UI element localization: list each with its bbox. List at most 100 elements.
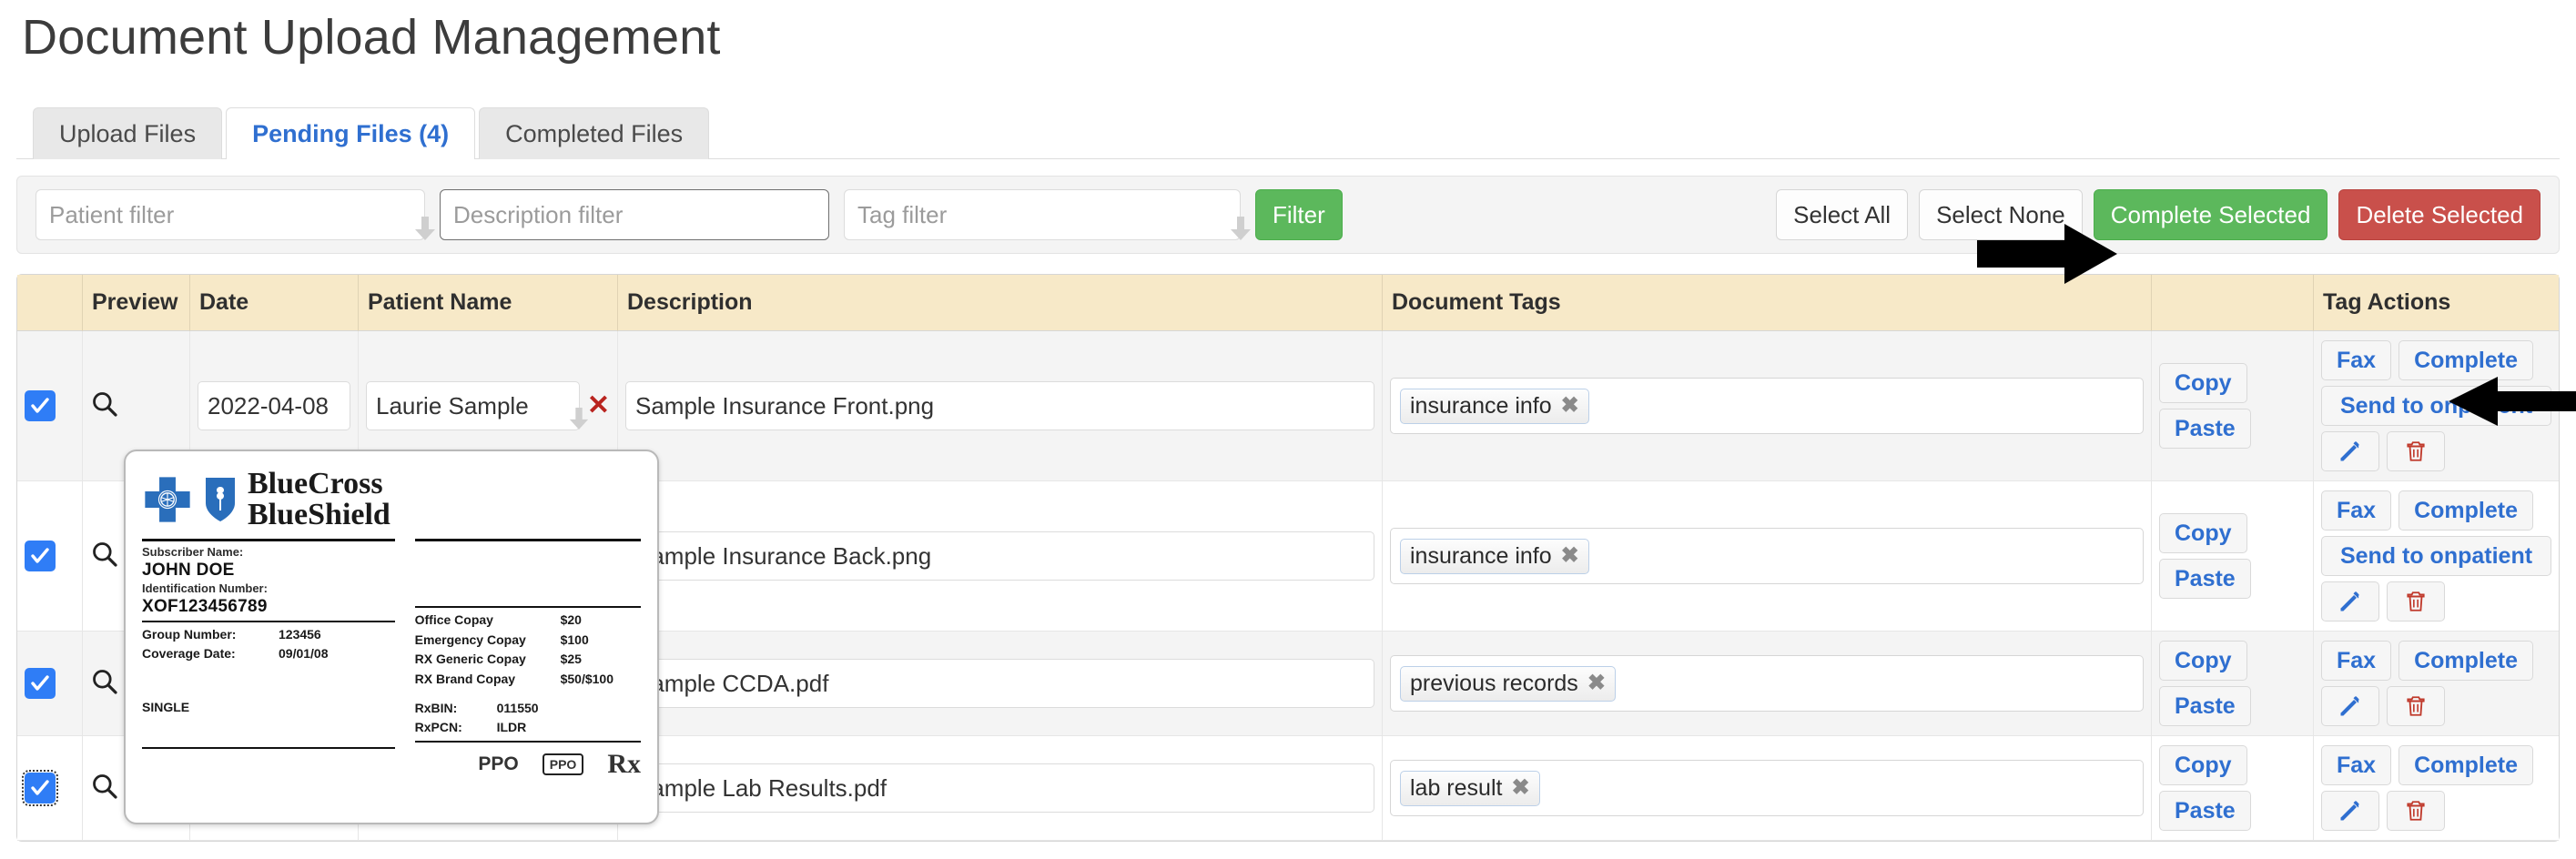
tag-input-box[interactable]: previous records ✖ (1390, 655, 2144, 712)
copay-label: Office Copay (414, 612, 493, 627)
cell-document-tags: insurance info ✖ (1383, 331, 2152, 482)
close-icon[interactable]: ✖ (1561, 545, 1579, 567)
patient-name-select[interactable]: Laurie Sample (366, 381, 589, 431)
subscriber-value: JOHN DOE (142, 561, 235, 581)
search-icon[interactable] (90, 667, 119, 701)
select-none-button[interactable]: Select None (1919, 189, 2083, 241)
ppo-text: PPO (478, 753, 519, 775)
tab-pending-files[interactable]: Pending Files (4) (226, 107, 476, 160)
coverage-date-label: Coverage Date: (142, 646, 236, 661)
tag-input-box[interactable]: insurance info ✖ (1390, 528, 2144, 585)
complete-button[interactable]: Complete (2399, 340, 2533, 381)
fax-button[interactable]: Fax (2321, 745, 2392, 786)
send-to-onpatient-button[interactable]: Send to onpatient (2321, 386, 2551, 427)
delete-trash-icon[interactable] (2387, 581, 2445, 622)
cell-description: Sample Insurance Back.png (618, 481, 1383, 632)
cell-description: Sample Lab Results.pdf (618, 736, 1383, 842)
tag-chip[interactable]: lab result ✖ (1400, 770, 1540, 806)
close-icon[interactable]: ✖ (1587, 672, 1606, 694)
divider (414, 606, 641, 608)
description-input[interactable]: Sample CCDA.pdf (625, 659, 1374, 709)
tab-upload-files[interactable]: Upload Files (33, 107, 223, 160)
col-tag-actions: Tag Actions (2314, 275, 2559, 332)
edit-pencil-icon[interactable] (2321, 791, 2379, 832)
tag-filter-select[interactable]: Tag filter (844, 189, 1251, 241)
tag-chip-label: lab result (1410, 774, 1503, 801)
cell-document-tags: lab result ✖ (1383, 736, 2152, 842)
identification-label: Identification Number: (142, 581, 268, 595)
close-icon[interactable]: ✖ (1511, 777, 1529, 799)
tag-chip[interactable]: previous records ✖ (1400, 665, 1616, 702)
description-filter-input[interactable]: Description filter (440, 189, 829, 241)
edit-pencil-icon[interactable] (2321, 686, 2379, 727)
tab-completed-files[interactable]: Completed Files (479, 107, 710, 160)
close-icon[interactable]: ✖ (1561, 395, 1579, 417)
description-input[interactable]: Sample Insurance Front.png (625, 381, 1374, 431)
description-input[interactable]: Sample Insurance Back.png (625, 531, 1374, 581)
divider (414, 539, 641, 541)
paste-button[interactable]: Paste (2159, 409, 2251, 450)
col-date: Date (190, 275, 359, 332)
blue-cross-icon (145, 477, 190, 522)
complete-button[interactable]: Complete (2399, 490, 2533, 531)
copay-label: RX Generic Copay (414, 652, 526, 667)
subscriber-label: Subscriber Name: (142, 545, 244, 559)
patient-filter-select[interactable]: Patient filter (35, 189, 435, 241)
tag-chip[interactable]: insurance info ✖ (1400, 388, 1589, 424)
complete-button[interactable]: Complete (2399, 641, 2533, 682)
delete-trash-icon[interactable] (2387, 686, 2445, 727)
copy-button[interactable]: Copy (2159, 641, 2247, 682)
fax-button[interactable]: Fax (2321, 641, 2392, 682)
search-icon[interactable] (90, 389, 119, 423)
tab-bar: Upload Files Pending Files (4) Completed… (16, 99, 2560, 160)
delete-trash-icon[interactable] (2387, 791, 2445, 832)
search-icon[interactable] (90, 772, 119, 805)
delete-trash-icon[interactable] (2387, 431, 2445, 472)
cell-clipboard: Copy Paste (2152, 481, 2314, 632)
popup-brand-line1: BlueCross (248, 467, 383, 500)
copay-label: RX Brand Copay (414, 672, 516, 687)
identification-value: XOF123456789 (142, 597, 268, 617)
send-to-onpatient-button[interactable]: Send to onpatient (2321, 536, 2551, 577)
delete-selected-button[interactable]: Delete Selected (2338, 189, 2541, 241)
copy-button[interactable]: Copy (2159, 513, 2247, 554)
tag-input-box[interactable]: insurance info ✖ (1390, 378, 2144, 435)
search-icon[interactable] (90, 540, 119, 573)
col-patient-name: Patient Name (359, 275, 618, 332)
tag-input-box[interactable]: lab result ✖ (1390, 760, 2144, 817)
copay-row: RX Generic Copay $25 (415, 650, 641, 670)
col-document-tags: Document Tags (1383, 275, 2152, 332)
rxbin-value: 011550 (496, 700, 539, 715)
insurance-card-preview-popup: BlueCross BlueShield Subscriber Name: JO… (124, 450, 659, 824)
fax-button[interactable]: Fax (2321, 490, 2392, 531)
copy-button[interactable]: Copy (2159, 363, 2247, 404)
paste-button[interactable]: Paste (2159, 686, 2251, 727)
paste-button[interactable]: Paste (2159, 791, 2251, 832)
paste-button[interactable]: Paste (2159, 559, 2251, 600)
col-description: Description (618, 275, 1383, 332)
edit-pencil-icon[interactable] (2321, 581, 2379, 622)
edit-pencil-icon[interactable] (2321, 431, 2379, 472)
filter-button[interactable]: Filter (1255, 189, 1343, 241)
date-input[interactable]: 2022-04-08 (198, 381, 350, 431)
rxpcn-value: ILDR (496, 720, 527, 735)
col-clipboard (2152, 275, 2314, 332)
ppo-suitcase-icon: PPO (542, 753, 584, 776)
tag-chip[interactable]: insurance info ✖ (1400, 538, 1589, 574)
tag-chip-label: previous records (1410, 670, 1578, 696)
row-checkbox[interactable] (25, 668, 56, 700)
description-filter-placeholder: Description filter (453, 200, 624, 228)
row-checkbox[interactable] (22, 770, 58, 807)
remove-patient-icon[interactable]: ✕ (587, 392, 610, 419)
fax-button[interactable]: Fax (2321, 340, 2392, 381)
row-checkbox[interactable] (25, 390, 56, 422)
row-checkbox[interactable] (25, 541, 56, 572)
description-input[interactable]: Sample Lab Results.pdf (625, 763, 1374, 814)
select-all-button[interactable]: Select All (1776, 189, 1909, 241)
complete-button[interactable]: Complete (2399, 745, 2533, 786)
divider (142, 539, 395, 541)
copy-button[interactable]: Copy (2159, 745, 2247, 786)
patient-name-value: Laurie Sample (376, 391, 529, 419)
group-number-row: Group Number: 123456 (142, 625, 395, 644)
complete-selected-button[interactable]: Complete Selected (2093, 189, 2328, 241)
